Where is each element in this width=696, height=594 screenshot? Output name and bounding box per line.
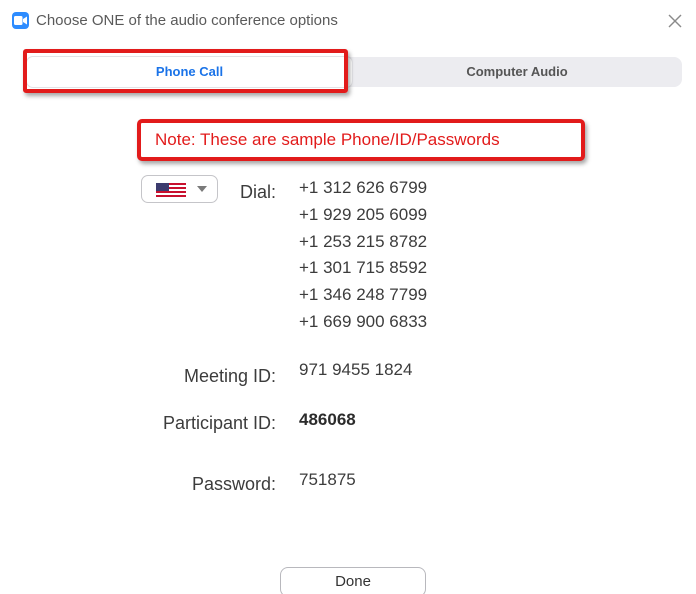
audio-options-dialog: Choose ONE of the audio conference optio… [0, 0, 696, 594]
tab-computer-audio[interactable]: Computer Audio [352, 57, 682, 87]
dial-number: +1 312 626 6799 [299, 178, 428, 197]
dial-number: +1 253 215 8782 [299, 231, 428, 251]
close-icon[interactable] [666, 12, 684, 30]
password-label: Password: [191, 474, 276, 494]
tab-phone-call[interactable]: Phone Call [27, 57, 352, 87]
audio-option-tabs: Phone Call Computer Audio [27, 57, 682, 87]
meeting-id-value: 971 9455 1824 [299, 360, 413, 379]
zoom-camera-icon [12, 12, 29, 29]
participant-id-value: 486068 [299, 410, 356, 429]
dial-numbers-list: +1 312 626 6799 +1 929 205 6099 +1 253 2… [299, 175, 427, 336]
us-flag-icon [156, 183, 186, 197]
chevron-down-icon [197, 186, 207, 192]
dial-label: Dial: [239, 182, 276, 202]
password-value: 751875 [299, 470, 356, 489]
done-button[interactable]: Done [280, 567, 426, 594]
dial-number: +1 346 248 7799 [299, 285, 428, 305]
country-select[interactable] [141, 175, 218, 203]
dial-number: +1 929 205 6099 [299, 204, 428, 224]
participant-id-label: Participant ID: [162, 413, 276, 433]
note-text: Note: These are sample Phone/ID/Password… [155, 130, 500, 149]
title-bar: Choose ONE of the audio conference optio… [0, 0, 696, 40]
dial-number: +1 669 900 6833 [299, 311, 428, 331]
sample-note-callout: Note: These are sample Phone/ID/Password… [137, 119, 585, 161]
dial-number: +1 301 715 8592 [299, 258, 428, 278]
window-title: Choose ONE of the audio conference optio… [36, 12, 338, 29]
meeting-id-label: Meeting ID: [183, 366, 276, 386]
